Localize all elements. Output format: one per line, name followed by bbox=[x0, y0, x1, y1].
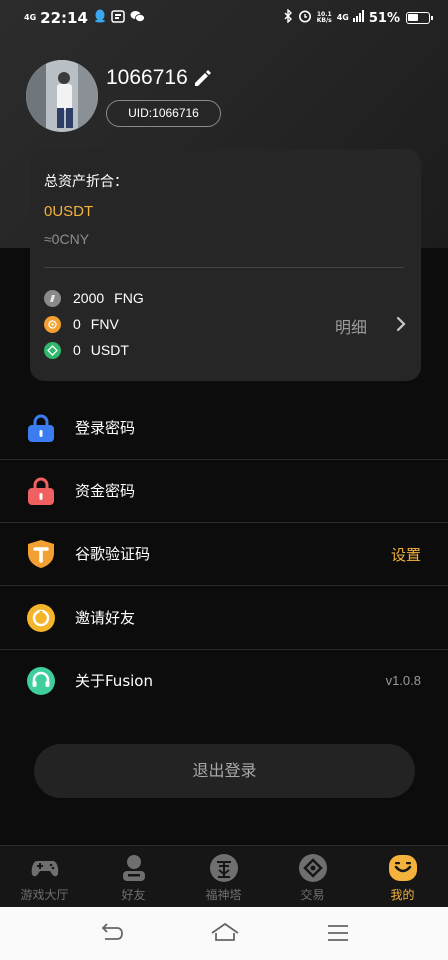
back-icon[interactable] bbox=[99, 921, 125, 945]
menu-label: 登录密码 bbox=[75, 419, 136, 437]
fnv-coin-icon bbox=[44, 315, 61, 333]
tab-game-hall[interactable]: 游戏大厅 bbox=[0, 846, 89, 908]
tab-label: 好友 bbox=[121, 888, 146, 902]
asset-total-usdt: 0USDT bbox=[44, 203, 94, 220]
smile-icon bbox=[388, 853, 418, 883]
usdt-coin-icon bbox=[44, 341, 61, 359]
status-time: 22:14 bbox=[40, 9, 88, 27]
uid-badge: UID:1066716 bbox=[106, 100, 221, 127]
username: 1066716 bbox=[106, 66, 188, 89]
menu-label: 资金密码 bbox=[75, 482, 136, 500]
asset-total-cny: ≈0CNY bbox=[44, 231, 90, 247]
divider bbox=[44, 267, 404, 268]
friend-icon bbox=[119, 853, 149, 883]
battery-percent: 51% bbox=[368, 10, 400, 26]
coin-row-fng: 2000 FNG bbox=[44, 288, 144, 308]
tower-icon bbox=[209, 853, 239, 883]
menu-fund-password[interactable]: 资金密码 bbox=[0, 460, 448, 523]
tab-friends[interactable]: 好友 bbox=[89, 846, 178, 908]
coin-row-usdt: 0 USDT bbox=[44, 340, 129, 360]
menu-about[interactable]: 关于Fusion v1.0.8 bbox=[0, 650, 448, 713]
shield-icon bbox=[26, 539, 56, 569]
bluetooth-icon bbox=[284, 8, 293, 27]
menu-google-auth[interactable]: 谷歌验证码 设置 bbox=[0, 523, 448, 586]
trade-icon bbox=[298, 853, 328, 883]
coin-amount: 0 bbox=[73, 342, 81, 358]
tab-mine[interactable]: 我的 bbox=[358, 846, 447, 908]
asset-title: 总资产折合： bbox=[44, 174, 128, 190]
menu-label: 邀请好友 bbox=[75, 609, 136, 627]
coin-symbol: FNV bbox=[90, 316, 119, 332]
menu-login-password[interactable]: 登录密码 bbox=[0, 397, 448, 460]
tab-label: 福神塔 bbox=[205, 888, 242, 902]
app-version: v1.0.8 bbox=[385, 673, 421, 688]
invite-icon bbox=[26, 603, 56, 633]
wechat-icon bbox=[130, 10, 145, 27]
coin-symbol: FNG bbox=[114, 290, 144, 306]
setup-link[interactable]: 设置 bbox=[391, 544, 421, 565]
tab-tower[interactable]: 福神塔 bbox=[179, 846, 268, 908]
system-nav-bar bbox=[0, 907, 448, 960]
avatar[interactable] bbox=[26, 60, 98, 132]
bottom-tab-bar: 游戏大厅 好友 福神塔 交易 我的 bbox=[0, 845, 448, 907]
headset-icon bbox=[26, 666, 56, 696]
menu-invite-friends[interactable]: 邀请好友 bbox=[0, 587, 448, 650]
message-icon bbox=[111, 9, 125, 27]
gamepad-icon bbox=[30, 853, 60, 883]
logout-button[interactable]: 退出登录 bbox=[34, 744, 415, 798]
lock-icon bbox=[26, 476, 56, 506]
home-icon[interactable] bbox=[210, 921, 239, 945]
coin-row-fnv: 0 FNV bbox=[44, 314, 119, 334]
network-type: 4G bbox=[24, 13, 37, 22]
tab-label: 游戏大厅 bbox=[20, 888, 69, 902]
coin-amount: 0 bbox=[73, 316, 81, 332]
status-bar: 4G 22:14 10.1 KB/s 4G 51% bbox=[0, 0, 448, 36]
alarm-icon bbox=[298, 9, 312, 27]
menu-label: 关于Fusion bbox=[75, 672, 153, 690]
chevron-right-icon[interactable] bbox=[395, 315, 407, 333]
tab-trade[interactable]: 交易 bbox=[268, 846, 357, 908]
asset-card: 总资产折合： 0USDT ≈0CNY 2000 FNG 0 FNV 0 USDT… bbox=[30, 149, 421, 381]
fng-coin-icon bbox=[44, 289, 61, 307]
qq-icon bbox=[94, 9, 106, 27]
lock-icon bbox=[26, 413, 56, 443]
menu-icon[interactable] bbox=[325, 921, 351, 945]
signal-icon bbox=[352, 10, 365, 26]
net-speed: 10.1 KB/s bbox=[316, 11, 332, 24]
detail-link[interactable]: 明细 bbox=[335, 314, 367, 338]
coin-amount: 2000 bbox=[73, 290, 105, 306]
edit-icon[interactable] bbox=[192, 68, 212, 88]
tab-label: 交易 bbox=[300, 888, 325, 902]
menu-label: 谷歌验证码 bbox=[75, 545, 151, 563]
battery-icon bbox=[406, 12, 433, 24]
coin-symbol: USDT bbox=[90, 342, 129, 358]
signal-label: 4G bbox=[336, 13, 349, 22]
tab-label: 我的 bbox=[390, 888, 415, 902]
